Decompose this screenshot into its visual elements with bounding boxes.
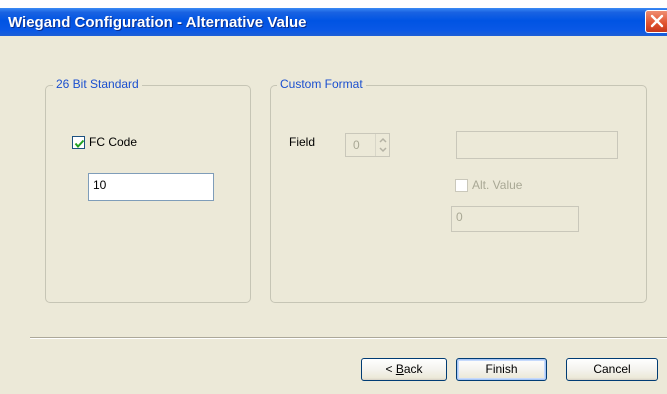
field-label: Field — [289, 135, 316, 149]
back-button[interactable]: < Back — [361, 358, 447, 381]
custom-group-label: Custom Format — [277, 77, 366, 91]
field-text-input[interactable] — [456, 131, 618, 159]
separator-highlight — [30, 338, 667, 339]
fc-code-input[interactable]: 10 — [88, 173, 214, 201]
custom-group — [270, 85, 647, 303]
standard-group-label: 26 Bit Standard — [53, 77, 142, 91]
fc-code-label[interactable]: FC Code — [89, 135, 137, 149]
field-spinner-value: 0 — [353, 138, 360, 152]
alt-value-input[interactable]: 0 — [451, 206, 579, 232]
alt-value-label[interactable]: Alt. Value — [472, 178, 522, 192]
chevron-up-icon — [379, 137, 387, 143]
fc-code-checkbox[interactable] — [72, 136, 85, 149]
cancel-button[interactable]: Cancel — [566, 358, 658, 381]
close-icon — [650, 14, 664, 28]
back-button-rest: ack — [403, 362, 423, 376]
checkmark-icon — [74, 139, 85, 149]
back-button-prefix: < — [385, 362, 396, 376]
alt-value-checkbox[interactable] — [455, 179, 468, 192]
close-button[interactable] — [645, 10, 667, 33]
title-bar[interactable]: Wiegand Configuration - Alternative Valu… — [0, 8, 667, 36]
window-title: Wiegand Configuration - Alternative Valu… — [8, 14, 307, 31]
chevron-down-icon — [379, 147, 387, 153]
back-button-mnemonic: B — [395, 362, 404, 376]
field-spinner[interactable]: 0 — [345, 133, 390, 157]
finish-button[interactable]: Finish — [456, 358, 547, 381]
field-spinner-arrows[interactable] — [375, 134, 389, 156]
top-strip — [0, 0, 667, 8]
